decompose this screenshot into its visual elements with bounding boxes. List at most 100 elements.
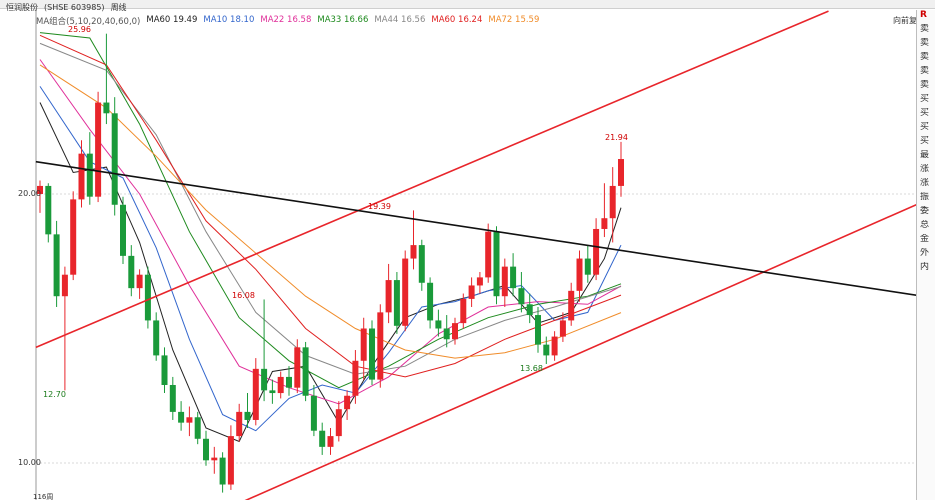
- candlestick: [269, 379, 276, 404]
- trend-line[interactable]: [35, 160, 935, 299]
- candlestick: [169, 376, 176, 420]
- candle-body: [460, 298, 467, 324]
- candle-body: [526, 304, 533, 316]
- candle-body: [203, 438, 209, 461]
- ma-legend-item: MA22 16.58: [260, 15, 312, 25]
- candlestick: [393, 272, 400, 334]
- quote-panel-label: 振: [920, 192, 930, 202]
- trend-line[interactable]: [208, 194, 935, 500]
- ma-line: [39, 59, 622, 405]
- candle-body: [302, 347, 309, 396]
- candlesticks: [37, 33, 624, 493]
- candle-body: [277, 376, 284, 394]
- quote-panel-label: 涨: [920, 164, 930, 174]
- quote-panel-label: 卖: [920, 24, 930, 34]
- quote-panel-label: 卖: [920, 52, 930, 62]
- quote-panel-label: 卖: [920, 38, 930, 48]
- candle-body: [95, 102, 102, 197]
- candlestick: [194, 411, 201, 445]
- candle-body: [551, 336, 558, 356]
- candle-body: [261, 368, 268, 391]
- period-label[interactable]: 周线: [111, 2, 127, 13]
- price-chart[interactable]: [0, 0, 935, 500]
- annotation-high-2: 21.94: [605, 133, 628, 142]
- quote-panel-label: 买: [920, 136, 930, 146]
- candle-body: [410, 245, 417, 259]
- candlestick: [244, 393, 251, 429]
- candle-body: [194, 417, 201, 439]
- candle-body: [468, 285, 475, 299]
- candle-body: [61, 274, 68, 297]
- candlestick: [352, 350, 359, 404]
- candle-body: [153, 320, 160, 356]
- candle-body: [136, 274, 143, 289]
- candlestick: [61, 266, 68, 391]
- candlestick: [310, 384, 317, 437]
- candle-body: [327, 436, 334, 447]
- candle-body: [45, 185, 52, 235]
- candlestick: [153, 312, 160, 361]
- annotation-mid-1: 16.08: [232, 291, 255, 300]
- candle-body: [269, 390, 276, 394]
- candlestick: [203, 430, 209, 466]
- candlestick: [344, 390, 351, 420]
- candlestick: [178, 401, 185, 431]
- candlestick: [609, 167, 616, 243]
- candle-body: [443, 328, 450, 340]
- candlestick: [418, 239, 425, 291]
- candlestick: [128, 245, 135, 297]
- candlestick: [45, 183, 52, 243]
- ma-line: [39, 64, 622, 359]
- candle-body: [161, 355, 168, 385]
- candlestick: [427, 277, 434, 329]
- quote-panel-label: 涨: [920, 178, 930, 188]
- candle-body: [310, 395, 317, 431]
- candle-body: [227, 436, 234, 485]
- candlestick: [53, 220, 60, 307]
- ma-legend-item: MA72 15.59: [488, 15, 540, 25]
- ma-line: [39, 102, 622, 443]
- candle-body: [435, 320, 442, 329]
- ma-line: [39, 86, 622, 432]
- candlestick: [369, 320, 375, 385]
- candlestick: [319, 422, 326, 455]
- candlestick: [551, 331, 558, 361]
- toolbar: [0, 0, 935, 9]
- candle-body: [476, 277, 483, 286]
- ma-legend-item: MA60 16.24: [431, 15, 483, 25]
- candle-body: [78, 153, 85, 200]
- candlestick: [261, 299, 268, 402]
- candle-body: [618, 159, 624, 186]
- candlestick: [593, 218, 600, 281]
- candlestick: [576, 250, 583, 302]
- candlestick: [236, 403, 243, 442]
- quote-panel-label: 委: [920, 206, 930, 216]
- candle-body: [609, 185, 616, 219]
- stock-label[interactable]: 恒润股份: [6, 2, 38, 13]
- quote-panel-label: 内: [920, 262, 930, 272]
- candle-body: [518, 288, 525, 305]
- candlestick: [277, 371, 284, 399]
- candle-body: [601, 218, 608, 229]
- candlestick: [103, 33, 110, 125]
- candlestick: [385, 263, 392, 324]
- candle-body: [186, 417, 193, 423]
- quote-panel-label: 买: [920, 94, 930, 104]
- candle-body: [178, 411, 185, 423]
- candle-body: [402, 258, 409, 326]
- candle-body: [418, 245, 425, 283]
- ma-line: [39, 32, 622, 389]
- annotation-low-1: 12.70: [43, 390, 66, 399]
- candlestick: [601, 183, 608, 238]
- candle-body: [543, 344, 550, 356]
- candle-body: [103, 102, 110, 114]
- candle-body: [286, 376, 292, 388]
- candle-body: [360, 328, 367, 361]
- annotation-high-1: 25.96: [68, 25, 91, 34]
- candlestick: [211, 446, 218, 474]
- candle-body: [86, 153, 93, 197]
- candlestick: [535, 306, 541, 353]
- candlestick: [161, 347, 168, 394]
- candle-body: [211, 457, 218, 461]
- candle-body: [559, 320, 566, 337]
